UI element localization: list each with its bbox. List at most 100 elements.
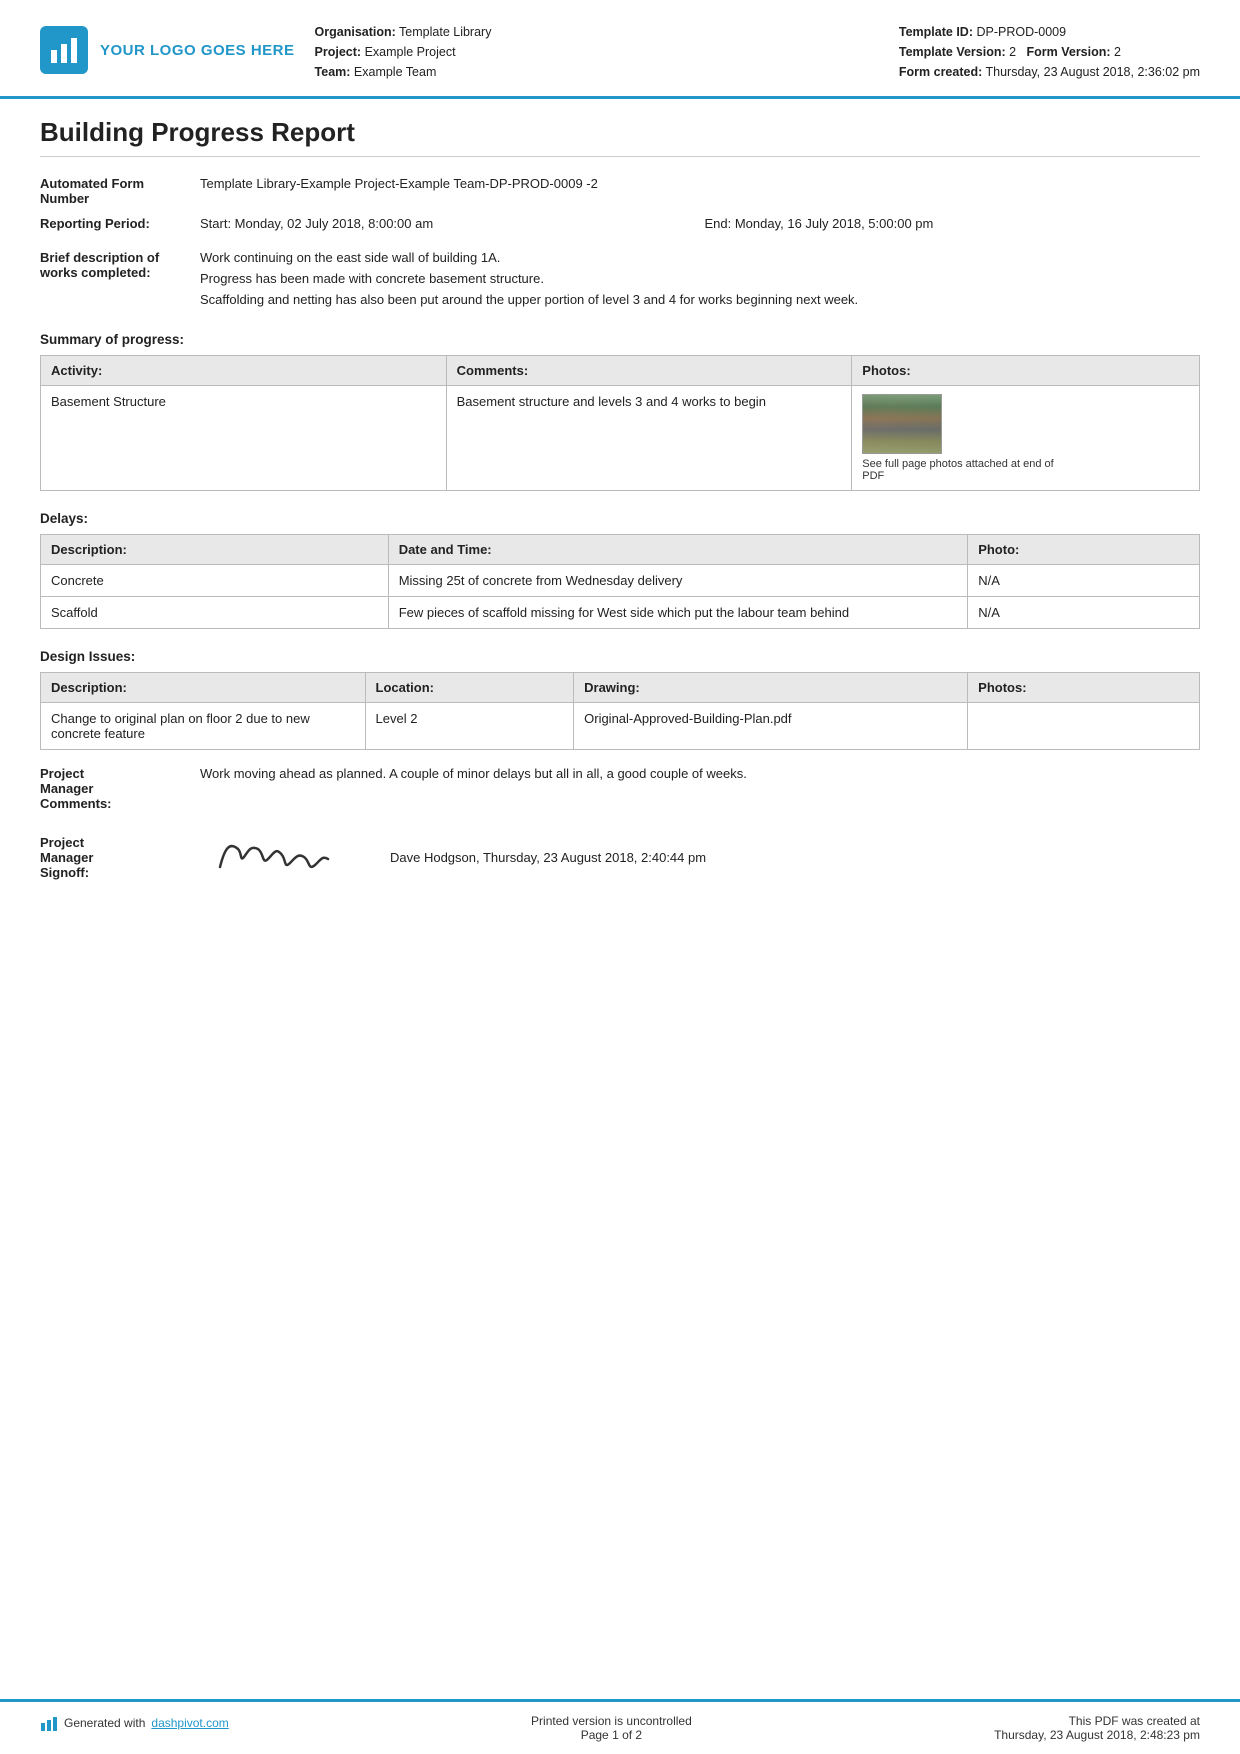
header-meta: Organisation: Template Library Project: … xyxy=(315,18,1200,82)
brief-desc-line-1: Work continuing on the east side wall of… xyxy=(200,250,1192,265)
reporting-start: Start: Monday, 02 July 2018, 8:00:00 am xyxy=(200,211,705,245)
design-header-photos: Photos: xyxy=(968,673,1200,703)
summary-header-activity: Activity: xyxy=(41,356,447,386)
delays-date-2: Few pieces of scaffold missing for West … xyxy=(388,597,968,629)
page-spacer xyxy=(0,1311,1240,1699)
template-version-value: 2 xyxy=(1009,45,1016,59)
org-line: Organisation: Template Library xyxy=(315,22,492,42)
delays-table: Description: Date and Time: Photo: Concr… xyxy=(40,534,1200,629)
photo-cell: See full page photos attached at end of … xyxy=(862,394,1189,482)
delays-section-title: Delays: xyxy=(40,511,1200,526)
pm-comments-label-text: ProjectManagerComments: xyxy=(40,766,112,811)
footer-page: Page 1 of 2 xyxy=(531,1728,692,1742)
pm-signoff-name: Dave Hodgson, Thursday, 23 August 2018, … xyxy=(390,850,706,865)
summary-header-comments: Comments: xyxy=(446,356,852,386)
logo-text: YOUR LOGO GOES HERE xyxy=(100,42,295,59)
design-location-1: Level 2 xyxy=(365,703,574,750)
delays-header-photo: Photo: xyxy=(968,535,1200,565)
brief-desc-label: Brief description of works completed: xyxy=(40,245,200,312)
delays-photo-2: N/A xyxy=(968,597,1200,629)
summary-header-row: Activity: Comments: Photos: xyxy=(41,356,1200,386)
delays-desc-2: Scaffold xyxy=(41,597,389,629)
project-value: Example Project xyxy=(365,45,456,59)
delays-header-desc: Description: xyxy=(41,535,389,565)
team-label: Team: xyxy=(315,65,351,79)
pm-signoff-row: ProjectManagerSignoff: Dave Hodgson, Thu… xyxy=(40,827,1200,887)
header-meta-left: Organisation: Template Library Project: … xyxy=(315,22,492,82)
footer-page-text: Page 1 xyxy=(581,1728,619,1742)
design-header-location: Location: xyxy=(365,673,574,703)
header: YOUR LOGO GOES HERE Organisation: Templa… xyxy=(0,0,1240,99)
design-row-1: Change to original plan on floor 2 due t… xyxy=(41,703,1200,750)
design-header-row: Description: Location: Drawing: Photos: xyxy=(41,673,1200,703)
summary-header-photos: Photos: xyxy=(852,356,1200,386)
design-desc-1: Change to original plan on floor 2 due t… xyxy=(41,703,366,750)
brief-desc-line-2: Progress has been made with concrete bas… xyxy=(200,271,1192,286)
footer-logo-icon xyxy=(40,1714,58,1732)
project-label: Project: xyxy=(315,45,362,59)
signature-area: Dave Hodgson, Thursday, 23 August 2018, … xyxy=(200,827,706,887)
automated-form-label: Automated Form Number xyxy=(40,171,200,211)
template-id-label: Template ID: xyxy=(899,25,973,39)
summary-photo-1: See full page photos attached at end of … xyxy=(852,386,1200,491)
brief-desc-row: Brief description of works completed: Wo… xyxy=(40,245,1200,312)
footer-generated-text: Generated with xyxy=(64,1716,145,1730)
logo-area: YOUR LOGO GOES HERE xyxy=(40,18,295,82)
design-issues-section-title: Design Issues: xyxy=(40,649,1200,664)
summary-table: Activity: Comments: Photos: Basement Str… xyxy=(40,355,1200,491)
delays-header-row: Description: Date and Time: Photo: xyxy=(41,535,1200,565)
report-title: Building Progress Report xyxy=(40,117,1200,157)
org-value: Template Library xyxy=(399,25,491,39)
signature-image xyxy=(200,827,350,887)
template-version-label: Template Version: xyxy=(899,45,1006,59)
design-issues-table: Description: Location: Drawing: Photos: … xyxy=(40,672,1200,750)
design-header-desc: Description: xyxy=(41,673,366,703)
summary-comments-1: Basement structure and levels 3 and 4 wo… xyxy=(446,386,852,491)
project-line: Project: Example Project xyxy=(315,42,492,62)
info-table: Automated Form Number Template Library-E… xyxy=(40,171,1200,312)
photo-caption: See full page photos attached at end of … xyxy=(862,458,1062,482)
footer-link[interactable]: dashpivot.com xyxy=(151,1716,228,1730)
design-drawing-1: Original-Approved-Building-Plan.pdf xyxy=(574,703,968,750)
brief-desc-values: Work continuing on the east side wall of… xyxy=(200,245,1200,312)
template-id-line: Template ID: DP-PROD-0009 xyxy=(899,22,1200,42)
photo-thumbnail xyxy=(862,394,942,454)
footer-left: Generated with dashpivot.com xyxy=(40,1714,229,1732)
team-value: Example Team xyxy=(354,65,436,79)
version-line: Template Version: 2 Form Version: 2 xyxy=(899,42,1200,62)
template-id-value: DP-PROD-0009 xyxy=(976,25,1066,39)
summary-row-1: Basement Structure Basement structure an… xyxy=(41,386,1200,491)
reporting-period-label: Reporting Period: xyxy=(40,211,200,245)
footer-right: This PDF was created at Thursday, 23 Aug… xyxy=(994,1714,1200,1742)
pm-comments-value: Work moving ahead as planned. A couple o… xyxy=(200,766,1200,811)
reporting-end: End: Monday, 16 July 2018, 5:00:00 pm xyxy=(705,211,1201,245)
delays-header-date: Date and Time: xyxy=(388,535,968,565)
photo-thumb-inner xyxy=(863,395,941,453)
header-meta-right: Template ID: DP-PROD-0009 Template Versi… xyxy=(899,22,1200,82)
pm-signoff-label-text: ProjectManagerSignoff: xyxy=(40,835,93,880)
org-label: Organisation: xyxy=(315,25,396,39)
design-photos-1 xyxy=(968,703,1200,750)
team-line: Team: Example Team xyxy=(315,62,492,82)
page: YOUR LOGO GOES HERE Organisation: Templa… xyxy=(0,0,1240,1754)
delays-desc-1: Concrete xyxy=(41,565,389,597)
delays-row-2: Scaffold Few pieces of scaffold missing … xyxy=(41,597,1200,629)
main-content: Building Progress Report Automated Form … xyxy=(0,99,1240,1311)
delays-photo-1: N/A xyxy=(968,565,1200,597)
footer-center: Printed version is uncontrolled Page 1 o… xyxy=(531,1714,692,1742)
pm-comments-label: ProjectManagerComments: xyxy=(40,766,200,811)
footer-pdf-created-value: Thursday, 23 August 2018, 2:48:23 pm xyxy=(994,1728,1200,1742)
automated-form-row: Automated Form Number Template Library-E… xyxy=(40,171,1200,211)
form-created-value: Thursday, 23 August 2018, 2:36:02 pm xyxy=(986,65,1201,79)
brief-desc-line-3: Scaffolding and netting has also been pu… xyxy=(200,292,1192,307)
logo-icon xyxy=(40,26,88,74)
form-created-line: Form created: Thursday, 23 August 2018, … xyxy=(899,62,1200,82)
pm-signoff-label: ProjectManagerSignoff: xyxy=(40,835,200,880)
form-version-label: Form Version: xyxy=(1027,45,1111,59)
delays-date-1: Missing 25t of concrete from Wednesday d… xyxy=(388,565,968,597)
footer: Generated with dashpivot.com Printed ver… xyxy=(0,1699,1240,1754)
design-header-drawing: Drawing: xyxy=(574,673,968,703)
reporting-period-row: Reporting Period: Start: Monday, 02 July… xyxy=(40,211,1200,245)
automated-form-value: Template Library-Example Project-Example… xyxy=(200,171,1200,211)
summary-activity-1: Basement Structure xyxy=(41,386,447,491)
